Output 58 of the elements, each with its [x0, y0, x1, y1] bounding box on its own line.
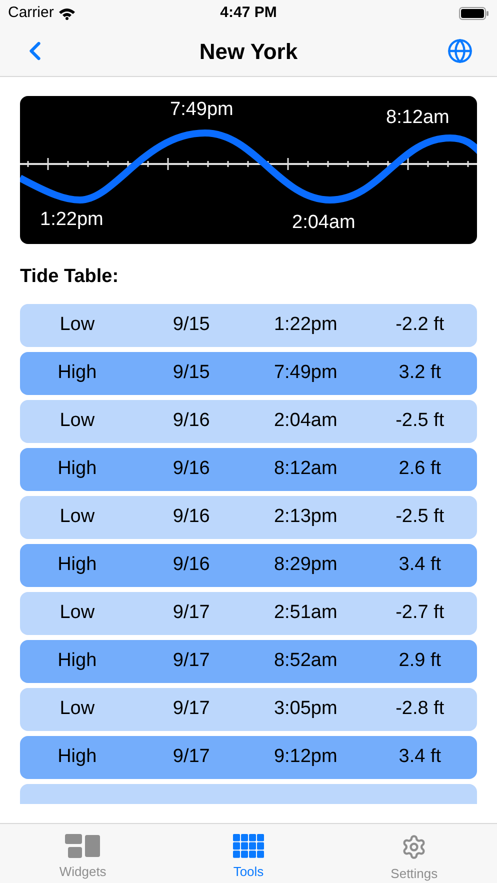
- tide-type-cell-text: Low: [58, 600, 96, 625]
- tide-time-cell-text: 8:12am: [272, 456, 338, 481]
- tide-type-cell-text: High: [56, 552, 98, 577]
- tide-date-cell-text: 9/17: [172, 600, 211, 625]
- tide-date-cell-text: 9/16: [172, 504, 211, 529]
- tide-type-cell-text: Low: [58, 696, 96, 721]
- tide-height-cell-text: 2.9 ft: [398, 648, 442, 673]
- tide-date-cell-text: 9/15: [172, 312, 211, 337]
- tide-time-cell-text: 1:22pm: [272, 312, 338, 337]
- tide-time-label: 2:04am: [292, 211, 356, 235]
- tide-date-cell-text: 9/16: [172, 408, 211, 433]
- tide-type-cell-text: High: [56, 456, 98, 481]
- tide-type-cell-text: High: [56, 744, 98, 769]
- page-title: New York: [199, 38, 298, 66]
- tide-date-cell-text: 9/17: [172, 696, 211, 721]
- tab-bar-item[interactable]: Settings: [331, 824, 497, 883]
- section-title: Tide Table:: [20, 265, 120, 289]
- tide-type-cell-text: Low: [58, 408, 96, 433]
- tide-date-cell-text: 9/17: [172, 744, 211, 769]
- tide-height-cell-text: 3.4 ft: [398, 552, 442, 577]
- tide-time-cell-text: 2:13pm: [272, 504, 338, 529]
- tide-height-cell-text: 2.6 ft: [398, 456, 442, 481]
- tide-height-cell-text: -2.8 ft: [394, 696, 446, 721]
- tide-height-cell-text: 3.2 ft: [398, 360, 442, 385]
- tide-time-label: 1:22pm: [40, 208, 104, 232]
- tide-time-cell-text: 2:04am: [272, 408, 338, 433]
- tide-height-cell-text: -2.2 ft: [394, 312, 446, 337]
- widgets-icon: [64, 834, 101, 858]
- tide-date-cell-text: 9/17: [172, 648, 211, 673]
- tide-date-cell-text: 9/16: [172, 456, 211, 481]
- status-time: 4:47 PM: [220, 2, 277, 23]
- tide-time-cell-text: 2:51am: [272, 600, 338, 625]
- wifi-icon: [58, 6, 76, 20]
- settings-icon: [401, 834, 428, 860]
- tide-time-label: 8:12am: [386, 106, 450, 130]
- tide-height-cell-text: -2.7 ft: [394, 600, 446, 625]
- tab-bar-item[interactable]: Widgets: [0, 824, 166, 883]
- tide-time-cell-text: 9:12pm: [272, 744, 338, 769]
- tide-type-cell-text: Low: [58, 504, 96, 529]
- tide-type-cell-text: Low: [58, 312, 96, 337]
- tide-date-cell-text: 9/16: [172, 552, 211, 577]
- tide-height-cell-text: -2.5 ft: [394, 408, 446, 433]
- globe-button[interactable]: [446, 38, 473, 64]
- tide-type-cell-text: High: [56, 648, 98, 673]
- carrier-label: Carrier: [8, 2, 54, 23]
- battery-icon: [459, 6, 489, 20]
- tide-time-cell-text: 8:29pm: [272, 552, 338, 577]
- globe-icon: [446, 38, 473, 64]
- tide-time-cell-text: 8:52am: [272, 648, 338, 673]
- tide-time-cell-text: 3:05pm: [272, 696, 338, 721]
- grid-icon: [232, 834, 264, 858]
- tab-bar-item[interactable]: Tools: [166, 824, 332, 883]
- tide-height-cell-text: -2.5 ft: [394, 504, 446, 529]
- tide-height-cell-text: 3.4 ft: [398, 744, 442, 769]
- tide-time-cell-text: 7:49pm: [272, 360, 338, 385]
- tide-date-cell-text: 9/15: [172, 360, 211, 385]
- tide-type-cell-text: High: [56, 360, 98, 385]
- tide-time-label: 7:49pm: [170, 98, 234, 122]
